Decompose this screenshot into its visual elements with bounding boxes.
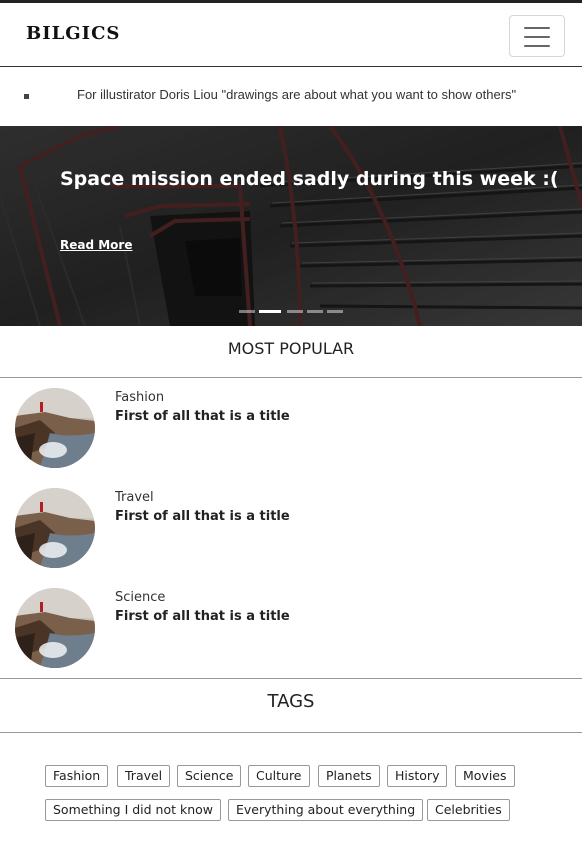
tag-chip[interactable]: History xyxy=(387,765,448,787)
carousel-indicator[interactable] xyxy=(239,310,255,313)
hamburger-icon xyxy=(524,27,550,29)
tag-chip[interactable]: Fashion xyxy=(45,765,109,787)
hero-staircase-image xyxy=(0,126,582,326)
post-category[interactable]: Travel xyxy=(115,490,154,505)
post-title[interactable]: First of all that is a title xyxy=(115,609,290,624)
coast-photo-icon xyxy=(15,588,95,668)
carousel-indicator[interactable] xyxy=(307,310,323,313)
ticker-text[interactable]: For illustirator Doris Liou "drawings ar… xyxy=(77,87,516,102)
news-ticker: For illustirator Doris Liou "drawings ar… xyxy=(0,67,582,126)
divider xyxy=(0,377,582,378)
post-category[interactable]: Science xyxy=(115,590,165,605)
tag-chip[interactable]: Celebrities xyxy=(427,799,510,821)
tags-heading: TAGS xyxy=(267,691,315,712)
popular-post[interactable]: Fashion First of all that is a title xyxy=(0,388,582,472)
hero-title[interactable]: Space mission ended sadly during this we… xyxy=(60,168,559,190)
tag-chip[interactable]: Something I did not know xyxy=(45,799,222,821)
menu-toggle-button[interactable] xyxy=(509,15,565,57)
hamburger-icon xyxy=(524,36,550,38)
tag-chip[interactable]: Everything about everything xyxy=(228,799,424,821)
navbar: BILGICS xyxy=(0,0,582,67)
post-category[interactable]: Fashion xyxy=(115,390,164,405)
coast-photo-icon xyxy=(15,488,95,568)
tag-chip[interactable]: Science xyxy=(177,765,242,787)
tag-chip[interactable]: Travel xyxy=(117,765,171,787)
post-title[interactable]: First of all that is a title xyxy=(115,509,290,524)
tag-chip[interactable]: Culture xyxy=(248,765,310,787)
carousel-indicator-active[interactable] xyxy=(259,310,281,313)
divider xyxy=(0,678,582,679)
carousel-indicator[interactable] xyxy=(287,310,303,313)
post-thumbnail[interactable] xyxy=(15,388,95,468)
popular-post[interactable]: Science First of all that is a title xyxy=(0,588,582,672)
post-thumbnail[interactable] xyxy=(15,488,95,568)
bullet-icon xyxy=(24,94,29,99)
coast-photo-icon xyxy=(15,388,95,468)
post-thumbnail[interactable] xyxy=(15,588,95,668)
read-more-link[interactable]: Read More xyxy=(60,238,133,252)
tag-chip[interactable]: Movies xyxy=(455,765,515,787)
hamburger-icon xyxy=(524,45,550,47)
carousel-indicator[interactable] xyxy=(327,310,343,313)
hero-carousel[interactable]: Space mission ended sadly during this we… xyxy=(0,126,582,326)
post-title[interactable]: First of all that is a title xyxy=(115,409,290,424)
divider xyxy=(0,732,582,733)
site-logo[interactable]: BILGICS xyxy=(26,23,120,44)
tag-chip[interactable]: Planets xyxy=(318,765,380,787)
most-popular-heading: MOST POPULAR xyxy=(227,339,355,358)
popular-post[interactable]: Travel First of all that is a title xyxy=(0,488,582,572)
